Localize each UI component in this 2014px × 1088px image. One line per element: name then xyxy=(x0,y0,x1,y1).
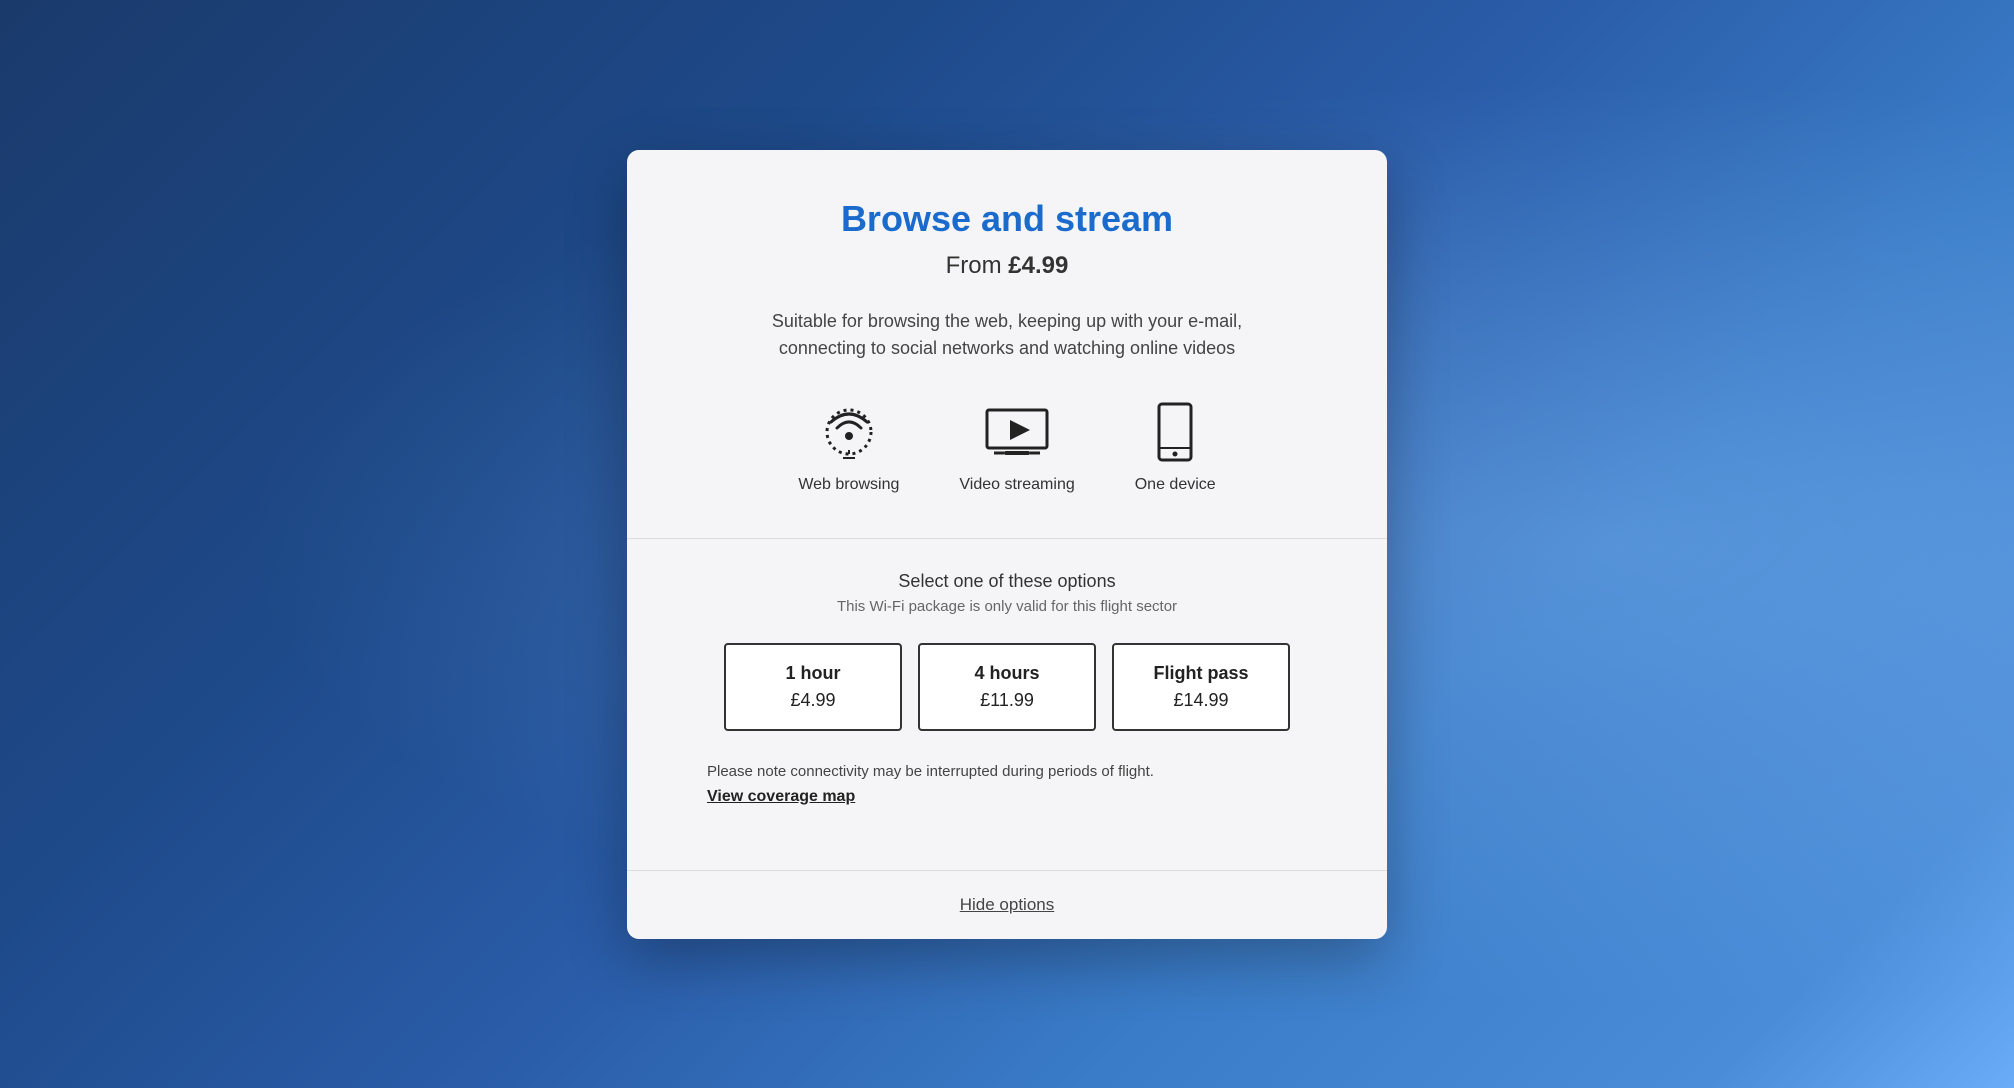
packages-row: 1 hour £4.99 4 hours £11.99 Flight pass … xyxy=(707,643,1307,731)
price-value: £4.99 xyxy=(1008,252,1068,279)
hide-options-link[interactable]: Hide options xyxy=(960,895,1055,914)
options-section: Select one of these options This Wi-Fi p… xyxy=(707,539,1307,870)
package-1hour-price: £4.99 xyxy=(750,690,876,711)
package-flightpass-button[interactable]: Flight pass £14.99 xyxy=(1112,643,1290,731)
connectivity-note: Please note connectivity may be interrup… xyxy=(707,763,1307,780)
wifi-signal-icon xyxy=(819,402,879,462)
feature-web-browsing: Web browsing xyxy=(798,402,899,494)
web-browsing-label: Web browsing xyxy=(798,476,899,494)
feature-video-streaming: Video streaming xyxy=(959,402,1074,494)
modal-container: Browse and stream From £4.99 Suitable fo… xyxy=(627,150,1387,939)
feature-one-device: One device xyxy=(1135,402,1216,494)
package-4hours-button[interactable]: 4 hours £11.99 xyxy=(918,643,1096,731)
options-subtitle: This Wi-Fi package is only valid for thi… xyxy=(707,598,1307,615)
package-1hour-title: 1 hour xyxy=(750,663,876,684)
package-1hour-button[interactable]: 1 hour £4.99 xyxy=(724,643,902,731)
modal-price-line: From £4.99 xyxy=(707,252,1307,280)
price-label: From xyxy=(946,252,1009,279)
package-4hours-title: 4 hours xyxy=(944,663,1070,684)
video-streaming-label: Video streaming xyxy=(959,476,1074,494)
video-streaming-icon-container xyxy=(982,402,1052,462)
video-play-icon xyxy=(984,407,1050,457)
package-flightpass-price: £14.99 xyxy=(1138,690,1264,711)
hide-options-section: Hide options xyxy=(627,870,1387,939)
web-browsing-icon-container xyxy=(814,402,884,462)
modal-description: Suitable for browsing the web, keeping u… xyxy=(737,308,1277,362)
modal-overlay: Browse and stream From £4.99 Suitable fo… xyxy=(0,0,2014,1088)
package-4hours-price: £11.99 xyxy=(944,690,1070,711)
one-device-label: One device xyxy=(1135,476,1216,494)
one-device-icon-container xyxy=(1140,402,1210,462)
mobile-device-icon xyxy=(1155,402,1195,462)
options-title: Select one of these options xyxy=(707,571,1307,592)
coverage-map-link[interactable]: View coverage map xyxy=(707,788,855,806)
package-flightpass-title: Flight pass xyxy=(1138,663,1264,684)
features-row: Web browsing Video streaming xyxy=(707,402,1307,494)
modal-title: Browse and stream xyxy=(707,198,1307,240)
